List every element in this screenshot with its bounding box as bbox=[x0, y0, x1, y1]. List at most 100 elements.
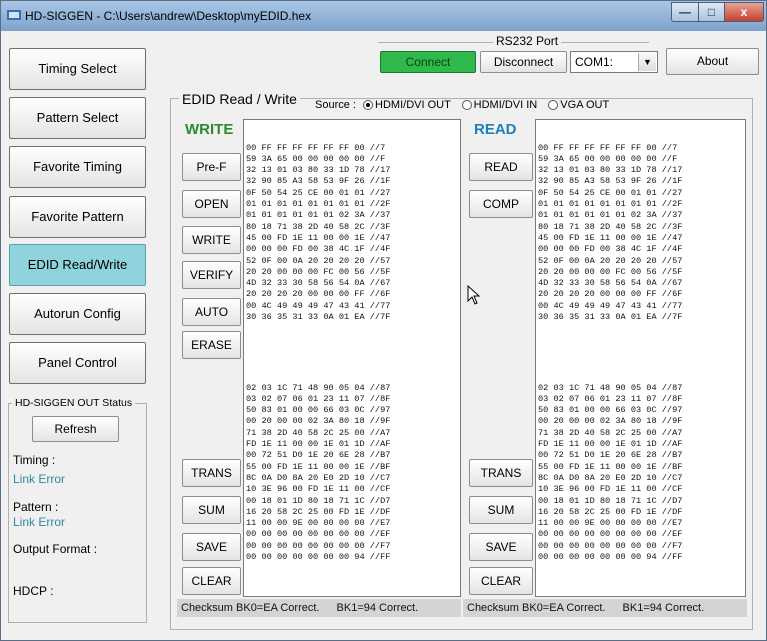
minimize-icon: — bbox=[679, 5, 691, 19]
hex-line: 0F 50 54 25 CE 00 01 01 //27 bbox=[538, 187, 683, 198]
hex-line: 10 3E 96 00 FD 1E 11 00 //CF bbox=[246, 484, 391, 495]
nav-favorite-pattern[interactable]: Favorite Pattern bbox=[9, 196, 146, 238]
hex-line: 00 4C 49 49 49 47 43 41 //77 bbox=[246, 300, 391, 311]
hex-line: 11 00 00 9E 00 00 00 00 //E7 bbox=[538, 518, 683, 529]
verify-button[interactable]: VERIFY bbox=[182, 261, 241, 289]
hex-line: 00 00 00 00 00 00 00 00 //F7 bbox=[246, 540, 391, 551]
write-hex-area[interactable]: 00 FF FF FF FF FF FF 00 //7 59 3A 65 00 0… bbox=[243, 119, 461, 597]
read-save-button[interactable]: SAVE bbox=[469, 533, 533, 561]
hex-line: 00 FF FF FF FF FF FF 00 //7 bbox=[538, 142, 678, 153]
nav-edid-read-write[interactable]: EDID Read/Write bbox=[9, 244, 146, 286]
hex-line: 03 02 07 06 01 23 11 07 //8F bbox=[246, 393, 391, 404]
read-trans-button[interactable]: TRANS bbox=[469, 459, 533, 487]
hex-line: 20 20 00 00 00 FC 00 56 //5F bbox=[246, 266, 391, 277]
hex-line: 00 FF FF FF FF FF FF 00 //7 bbox=[246, 142, 386, 153]
minimize-button[interactable]: — bbox=[671, 2, 699, 22]
hex-line: 80 18 71 38 2D 40 58 2C //3F bbox=[538, 221, 683, 232]
read-hex-area[interactable]: 00 FF FF FF FF FF FF 00 //7 59 3A 65 00 0… bbox=[535, 119, 746, 597]
com-port-value: COM1: bbox=[575, 55, 614, 69]
hex-line: 02 03 1C 71 48 90 05 04 //87 bbox=[538, 382, 683, 393]
hex-line: 20 20 00 00 00 FC 00 56 //5F bbox=[538, 266, 683, 277]
read-checksum-bk1: BK1=94 Correct. bbox=[622, 602, 705, 614]
source-option-hdmi-out[interactable]: HDMI/DVI OUT bbox=[363, 99, 451, 111]
pre-f-button[interactable]: Pre-F bbox=[182, 153, 241, 181]
nav-panel-control[interactable]: Panel Control bbox=[9, 342, 146, 384]
hex-line: 00 72 51 D0 1E 20 6E 28 //B7 bbox=[538, 450, 683, 461]
refresh-button[interactable]: Refresh bbox=[32, 416, 119, 442]
hex-line: 00 00 00 00 00 00 00 94 //FF bbox=[246, 551, 391, 562]
write-block-1: 02 03 1C 71 48 90 05 04 //87 03 02 07 06 … bbox=[246, 383, 458, 564]
nav-timing-select[interactable]: Timing Select bbox=[9, 48, 146, 90]
radio-icon[interactable] bbox=[548, 100, 559, 111]
hex-line: 16 20 58 2C 25 00 FD 1E //DF bbox=[538, 506, 683, 517]
hex-line: 4D 32 33 30 58 56 54 0A //67 bbox=[246, 278, 391, 289]
title-bar[interactable]: HD-SIGGEN - C:\Users\andrew\Desktop\myED… bbox=[1, 1, 766, 31]
write-button[interactable]: WRITE bbox=[182, 226, 241, 254]
hex-line: 59 3A 65 00 00 00 00 00 //F bbox=[246, 153, 386, 164]
hex-line: 01 01 01 01 01 01 01 01 //2F bbox=[538, 199, 683, 210]
write-trans-button[interactable]: TRANS bbox=[182, 459, 241, 487]
write-save-button[interactable]: SAVE bbox=[182, 533, 241, 561]
source-option-vga-out[interactable]: VGA OUT bbox=[548, 99, 609, 111]
com-port-select[interactable]: COM1: ▼ bbox=[570, 51, 658, 73]
hex-line: 55 00 FD 1E 11 00 00 1E //BF bbox=[538, 461, 683, 472]
close-button[interactable]: x bbox=[724, 2, 764, 22]
hex-line: 00 00 00 00 00 00 00 00 //EF bbox=[246, 529, 391, 540]
disconnect-button[interactable]: Disconnect bbox=[480, 51, 567, 73]
hex-line: 52 0F 00 0A 20 20 20 20 //57 bbox=[538, 255, 683, 266]
hex-line: 30 36 35 31 33 0A 01 EA //7F bbox=[538, 312, 683, 323]
hex-line: FD 1E 11 00 00 1E 01 1D //AF bbox=[246, 439, 391, 450]
hex-line: 30 36 35 31 33 0A 01 EA //7F bbox=[246, 312, 391, 323]
pattern-status-value: Link Error bbox=[13, 515, 66, 529]
about-button[interactable]: About bbox=[666, 48, 759, 75]
write-heading: WRITE bbox=[185, 121, 234, 138]
read-button[interactable]: READ bbox=[469, 153, 533, 181]
hex-line: 16 20 58 2C 25 00 FD 1E //DF bbox=[246, 506, 391, 517]
write-block-0: 00 FF FF FF FF FF FF 00 //7 59 3A 65 00 0… bbox=[246, 143, 458, 324]
source-selector: Source : HDMI/DVI OUT HDMI/DVI IN VGA OU… bbox=[315, 99, 609, 111]
hex-line: 00 18 01 1D 80 18 71 1C //D7 bbox=[246, 495, 391, 506]
nav-autorun-config[interactable]: Autorun Config bbox=[9, 293, 146, 335]
auto-button[interactable]: AUTO bbox=[182, 298, 241, 326]
hex-line: 00 72 51 D0 1E 20 6E 28 //B7 bbox=[246, 450, 391, 461]
hex-line: 00 18 01 1D 80 18 71 1C //D7 bbox=[538, 495, 683, 506]
hex-line: 00 4C 49 49 49 47 43 41 //77 bbox=[538, 300, 683, 311]
write-checksum-bk0: Checksum BK0=EA Correct. bbox=[181, 602, 320, 614]
open-button[interactable]: OPEN bbox=[182, 190, 241, 218]
client-area: Timing Select Pattern Select Favorite Ti… bbox=[7, 31, 760, 634]
hex-line: 32 90 85 A3 58 53 9F 26 //1F bbox=[246, 176, 391, 187]
read-block-1: 02 03 1C 71 48 90 05 04 //87 03 02 07 06 … bbox=[538, 383, 743, 564]
read-sum-button[interactable]: SUM bbox=[469, 496, 533, 524]
compare-button[interactable]: COMP bbox=[469, 190, 533, 218]
hex-line: 8C 0A D0 8A 20 E0 2D 10 //C7 bbox=[246, 472, 391, 483]
rs232-port-label: RS232 Port bbox=[493, 34, 562, 48]
hex-line: 20 20 20 20 00 00 00 FF //6F bbox=[538, 289, 683, 300]
hex-line: 55 00 FD 1E 11 00 00 1E //BF bbox=[246, 461, 391, 472]
radio-selected-icon[interactable] bbox=[363, 100, 374, 111]
hex-line: 00 00 00 00 00 00 00 00 //EF bbox=[538, 529, 683, 540]
app-window: HD-SIGGEN - C:\Users\andrew\Desktop\myED… bbox=[0, 0, 767, 641]
write-clear-button[interactable]: CLEAR bbox=[182, 567, 241, 595]
hex-line: 01 01 01 01 01 01 02 3A //37 bbox=[246, 210, 391, 221]
maximize-button[interactable]: □ bbox=[698, 2, 725, 22]
hex-line: 59 3A 65 00 00 00 00 00 //F bbox=[538, 153, 678, 164]
connect-button[interactable]: Connect bbox=[380, 51, 476, 73]
hex-line: 00 00 00 FD 00 38 4C 1F //4F bbox=[538, 244, 683, 255]
nav-pattern-select[interactable]: Pattern Select bbox=[9, 97, 146, 139]
hex-line: 0F 50 54 25 CE 00 01 01 //27 bbox=[246, 187, 391, 198]
read-clear-button[interactable]: CLEAR bbox=[469, 567, 533, 595]
hex-line: 50 83 01 00 00 66 03 0C //97 bbox=[246, 405, 391, 416]
hex-line: 02 03 1C 71 48 90 05 04 //87 bbox=[246, 382, 391, 393]
chevron-down-icon[interactable]: ▼ bbox=[638, 53, 656, 71]
pattern-status-label: Pattern : bbox=[13, 500, 59, 514]
hex-line: 03 02 07 06 01 23 11 07 //8F bbox=[538, 393, 683, 404]
erase-button[interactable]: ERASE bbox=[182, 331, 241, 359]
source-option-hdmi-in[interactable]: HDMI/DVI IN bbox=[461, 99, 537, 111]
nav-favorite-timing[interactable]: Favorite Timing bbox=[9, 146, 146, 188]
write-sum-button[interactable]: SUM bbox=[182, 496, 241, 524]
mouse-cursor-icon bbox=[467, 285, 481, 305]
hex-line: 00 00 00 00 00 00 00 94 //FF bbox=[538, 551, 683, 562]
radio-icon[interactable] bbox=[461, 100, 472, 111]
hex-line: 00 00 00 00 00 00 00 00 //F7 bbox=[538, 540, 683, 551]
hex-line: 10 3E 96 00 FD 1E 11 00 //CF bbox=[538, 484, 683, 495]
